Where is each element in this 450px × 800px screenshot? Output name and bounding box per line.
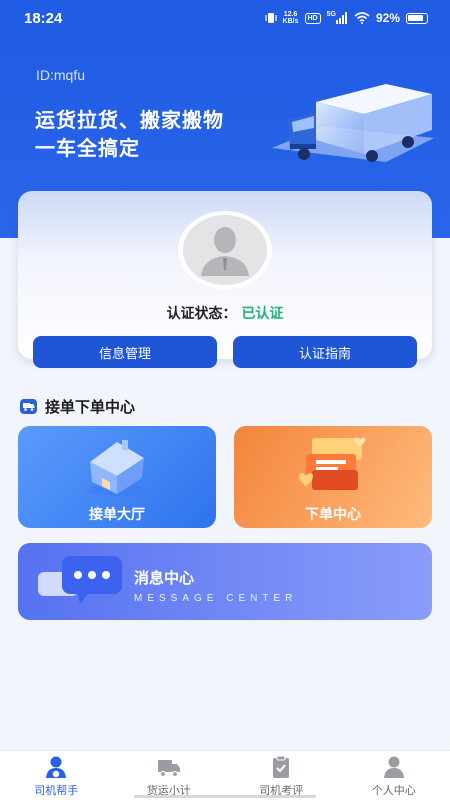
order-hall-label: 接单大厅	[89, 507, 145, 523]
message-center-tile[interactable]: 消息中心 MESSAGE CENTER	[18, 543, 432, 620]
slogan-line-1: 运货拉货、搬家搬物	[35, 108, 224, 132]
order-hall-tile[interactable]: 接单大厅	[18, 426, 216, 528]
person-icon	[383, 756, 404, 778]
battery-icon	[406, 12, 428, 24]
cellular-signal-icon	[335, 12, 347, 24]
wifi-icon	[354, 12, 370, 24]
clipboard-icon	[273, 755, 289, 778]
network-speed-unit: KB/s	[282, 18, 299, 25]
tab-label: 司机帮手	[34, 784, 79, 797]
home-indicator[interactable]	[134, 795, 316, 798]
profile-card: 认证状态： 已认证 信息管理 认证指南	[18, 191, 432, 368]
slogan-line-2: 一车全搞定	[35, 136, 140, 160]
network-speed: 12.6 KB/s	[283, 11, 299, 25]
section-header: 接单下单中心	[20, 396, 135, 417]
tab-driver-helper[interactable]: 司机帮手	[0, 751, 113, 800]
truck-icon	[157, 760, 180, 778]
cert-status-value: 已认证	[241, 306, 284, 322]
message-bubble-icon	[38, 556, 122, 604]
bottom-tab-bar: 司机帮手 货运小计 司机考评 个人中心	[0, 750, 450, 800]
message-center-title: 消息中心	[134, 569, 195, 587]
status-time: 18:24	[24, 10, 63, 27]
chat-cards-icon	[299, 437, 366, 490]
cert-status-label: 认证状态：	[166, 306, 237, 322]
status-indicators: 12.6 KB/s HD 5G 92%	[264, 9, 428, 27]
tab-driver-review[interactable]: 司机考评	[225, 751, 338, 800]
hd-badge: HD	[304, 12, 321, 24]
certification-guide-button[interactable]: 认证指南	[233, 336, 417, 368]
tab-personal-center[interactable]: 个人中心	[338, 751, 450, 800]
message-center-subtitle: MESSAGE CENTER	[134, 593, 298, 604]
place-order-label: 下单中心	[305, 507, 361, 523]
tab-freight-summary[interactable]: 货运小计	[113, 751, 226, 800]
info-management-button[interactable]: 信息管理	[33, 336, 217, 368]
signal-label: 5G	[326, 10, 336, 18]
house-icon	[87, 440, 147, 496]
certification-status: 认证状态： 已认证	[18, 303, 432, 323]
tab-label: 个人中心	[371, 784, 416, 797]
status-bar: 18:24 12.6 KB/s HD 5G 92%	[0, 0, 450, 36]
driver-icon	[46, 756, 66, 778]
vibrate-icon	[264, 13, 277, 23]
user-id: ID:mqfu	[36, 67, 86, 83]
battery-percent: 92%	[375, 11, 400, 25]
avatar[interactable]	[177, 210, 273, 290]
place-order-tile[interactable]: 下单中心	[234, 426, 432, 528]
network-speed-value: 12.6	[283, 11, 298, 18]
truck-badge-icon	[20, 399, 37, 414]
truck-illustration	[272, 84, 434, 162]
section-title: 接单下单中心	[45, 398, 136, 416]
